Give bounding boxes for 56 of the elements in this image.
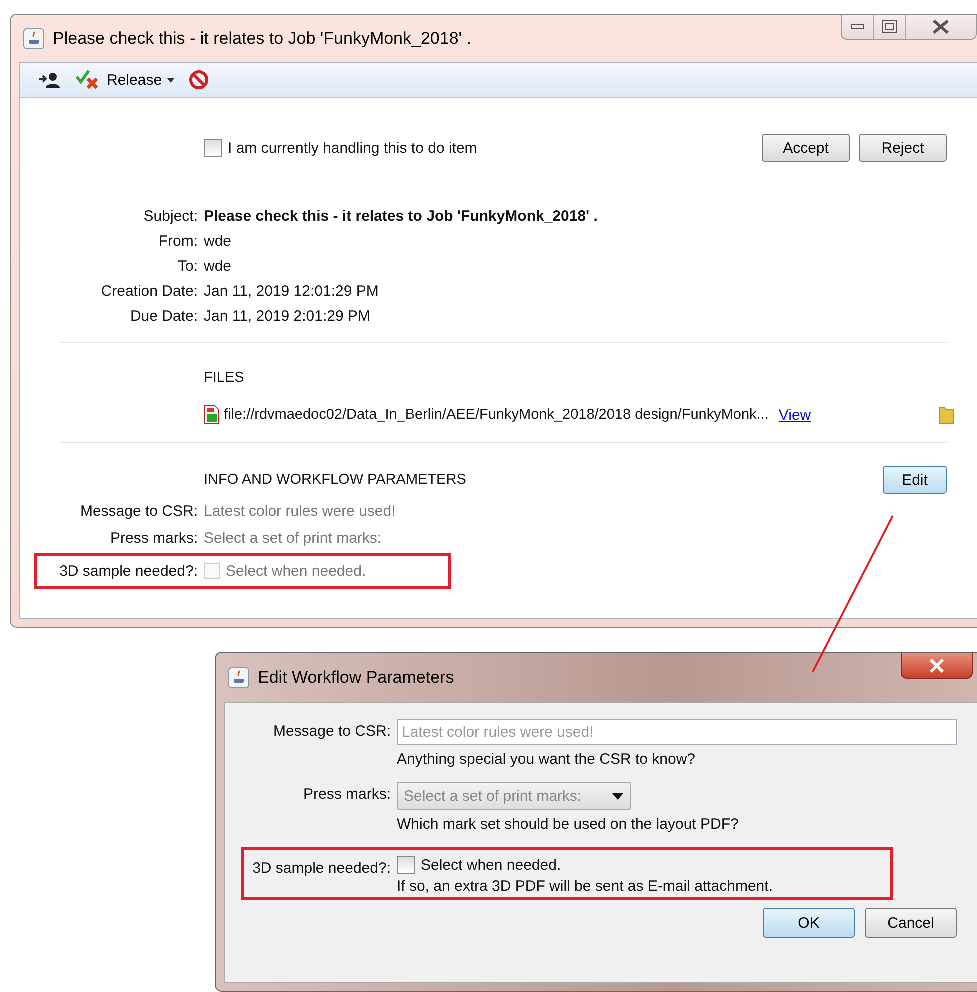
checkbox-label: Select when needed.	[226, 562, 366, 580]
window-title: Please check this - it relates to Job 'FunkyMonk_2018' .	[53, 28, 472, 48]
field-label: Press marks:	[109, 530, 198, 547]
app-icon	[228, 666, 250, 688]
checkbox[interactable]	[397, 856, 415, 874]
checkbox[interactable]	[204, 563, 220, 579]
assign-user-icon[interactable]	[38, 71, 62, 89]
field-label: From:	[158, 233, 198, 250]
pdf-file-icon	[204, 405, 220, 425]
handling-checkbox-label[interactable]: I am currently handling this to do item	[204, 139, 478, 157]
field-value: Please check this - it relates to Job 'FunkyMonk_2018' .	[204, 208, 598, 225]
close-icon	[932, 19, 950, 35]
close-button[interactable]	[901, 653, 973, 679]
field-value: Latest color rules were used!	[204, 503, 396, 520]
minimize-button[interactable]	[842, 15, 874, 39]
ok-button[interactable]: OK	[763, 908, 855, 938]
maximize-icon	[882, 20, 898, 34]
field-value: wde	[204, 258, 232, 275]
minimize-icon	[850, 24, 864, 30]
edit-button[interactable]: Edit	[883, 466, 947, 494]
text-field[interactable]: Latest color rules were used!	[397, 719, 957, 745]
maximize-button[interactable]	[874, 15, 906, 39]
field-value: Select a set of print marks:	[204, 530, 382, 547]
field-label: Creation Date:	[100, 283, 198, 300]
cancel-button[interactable]: Cancel	[865, 908, 957, 938]
hint-text: Which mark set should be used on the layout PDF?	[397, 816, 740, 833]
caret-icon	[612, 792, 624, 800]
field-label: Message to CSR:	[79, 503, 198, 520]
folder-icon[interactable]	[939, 405, 955, 425]
field-label: Message to CSR:	[272, 722, 391, 742]
close-button[interactable]	[906, 15, 976, 39]
field-label: Due Date:	[129, 308, 198, 325]
section-heading: FILES	[204, 370, 246, 386]
field-label: Subject:	[142, 208, 198, 225]
hint-text: Anything special you want the CSR to know?	[397, 751, 696, 768]
app-icon	[23, 28, 45, 50]
field-label: To:	[176, 258, 198, 275]
caret-icon	[167, 78, 176, 82]
field-label: Press marks:	[302, 785, 391, 805]
field-value: wde	[204, 233, 232, 250]
field-label: 3D sample needed?:	[58, 562, 198, 580]
hint-text: If so, an extra 3D PDF will be sent as E-mail attachment.	[397, 878, 774, 895]
prohibited-icon[interactable]	[189, 70, 210, 90]
checkbox[interactable]	[204, 139, 222, 157]
accept-button[interactable]: Accept	[762, 134, 850, 162]
field-label: 3D sample needed?:	[252, 859, 391, 879]
checkbox-label: Select when needed.	[421, 856, 562, 874]
reject-button[interactable]: Reject	[859, 134, 947, 162]
close-icon	[929, 658, 945, 672]
file-path: file://rdvmaedoc02/Data_In_Berlin/AEE/FunkyMonk_2018/2018 design/FunkyMonk...	[224, 407, 769, 423]
dialog-title: Edit Workflow Parameters	[258, 668, 454, 688]
release-menu-button[interactable]: Release	[76, 70, 176, 90]
view-link[interactable]: View	[778, 406, 812, 424]
field-value: Jan 11, 2019 12:01:29 PM	[204, 283, 379, 300]
section-heading: INFO AND WORKFLOW PARAMETERS	[204, 472, 466, 488]
field-value: Jan 11, 2019 2:01:29 PM	[204, 308, 371, 325]
